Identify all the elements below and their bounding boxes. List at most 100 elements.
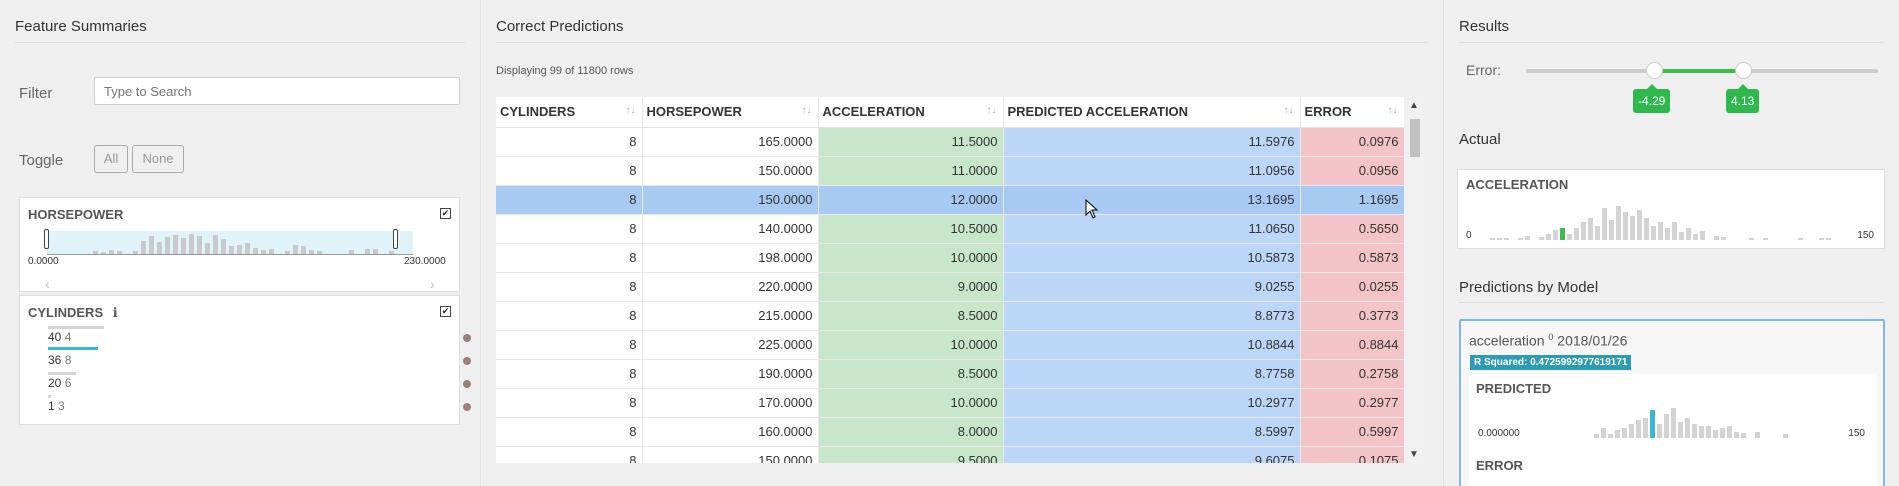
cell-acceleration: 9.0000 [818,272,1004,302]
table-row[interactable]: 8 150.0000 11.0000 11.0956 0.0956 [496,156,1404,186]
table-row[interactable]: 8 160.0000 8.0000 8.5997 0.5997 [496,417,1404,447]
cell-error: 0.0976 [1300,127,1404,157]
table-row[interactable]: 8 150.0000 9.5000 9.6075 0.1075 [496,446,1404,463]
column-header-horsepower[interactable]: HORSEPOWER ↑↓ [642,97,819,128]
divider [15,42,465,43]
horsepower-min-handle[interactable] [44,229,49,249]
horsepower-title: HORSEPOWER [28,207,124,222]
sort-icon[interactable]: ↑↓ [626,105,636,116]
table-row[interactable]: 8 165.0000 11.5000 11.5976 0.0976 [496,127,1404,157]
error-slider-range [1655,69,1744,73]
search-input[interactable] [94,77,460,105]
model-card[interactable]: acceleration 0 2018/01/26 R Squared: 0.4… [1459,319,1885,486]
rows-info: Displaying 99 of 11800 rows [496,65,634,77]
correct-predictions-title: Correct Predictions [496,18,624,35]
cylinders-value-row[interactable]: 36 8 [48,347,471,371]
horsepower-max-handle[interactable] [393,229,398,249]
table-row[interactable]: 8 170.0000 10.0000 10.2977 0.2977 [496,388,1404,418]
cylinders-value: 6 [64,376,72,390]
table-row[interactable]: 8 225.0000 10.0000 10.8844 0.8844 [496,330,1404,360]
column-header-predicted-acceleration[interactable]: PREDICTED ACCELERATION ↑↓ [1003,97,1301,128]
scrollbar-thumb[interactable] [1410,119,1420,157]
predicted-min: 0.000000 [1478,428,1520,439]
predicted-max: 150 [1848,428,1865,439]
sort-icon[interactable]: ↑↓ [1284,105,1294,116]
table-row[interactable]: 8 190.0000 8.5000 8.7758 0.2758 [496,359,1404,389]
cylinders-value-row[interactable]: 40 4 [48,326,471,348]
actual-histogram-card: ACCELERATION 0 150 [1457,169,1885,249]
cell-predicted-acceleration: 8.7758 [1003,359,1301,389]
cell-predicted-acceleration: 10.5873 [1003,243,1301,273]
cell-cylinders: 8 [496,243,643,273]
table-row[interactable]: 8 220.0000 9.0000 9.0255 0.0255 [496,272,1404,302]
results-panel: Results Error: -4.29 4.13 Actual ACCELER… [1444,0,1899,486]
sort-icon[interactable]: ↑↓ [987,105,997,116]
scroll-up-icon[interactable]: ▲ [1409,100,1419,111]
table-row[interactable]: 8 140.0000 10.5000 11.0650 0.5650 [496,214,1404,244]
model-name-text: acceleration [1469,332,1545,349]
cell-horsepower: 215.0000 [642,301,819,331]
error-min-value: -4.29 [1633,84,1671,113]
cylinders-checkbox[interactable]: ✔ [440,306,451,317]
sort-icon[interactable]: ↑↓ [1388,105,1398,116]
cylinders-value: 3 [58,399,65,413]
column-header-acceleration[interactable]: ACCELERATION ↑↓ [818,97,1004,128]
cell-horsepower: 170.0000 [642,388,819,418]
error-histogram-title: ERROR [1476,458,1523,473]
table-row[interactable]: 8 198.0000 10.0000 10.5873 0.5873 [496,243,1404,273]
cell-horsepower: 150.0000 [642,156,819,186]
info-icon[interactable]: ℹ [113,305,118,320]
cell-error: 0.3773 [1300,301,1404,331]
feature-summaries-panel: Feature Summaries Filter Toggle All None… [0,0,480,486]
sort-icon[interactable]: ↑↓ [802,105,812,116]
r-squared-badge: R Squared: 0.4725992977619171 [1470,355,1632,370]
cell-horsepower: 150.0000 [642,446,819,463]
cylinders-count: 20 [48,376,62,390]
cylinders-value-row[interactable]: 1 3 [48,395,471,417]
cell-acceleration: 11.0000 [818,156,1004,186]
table-scrollbar[interactable]: ▲ ▼ [1406,97,1423,463]
horsepower-card: HORSEPOWER ✔ 0.0000 230.0000 ‹ › [19,197,460,292]
cell-predicted-acceleration: 10.8844 [1003,330,1301,360]
value-dot [463,380,471,388]
cell-acceleration: 8.5000 [818,359,1004,389]
toggle-all-button[interactable]: All [94,145,128,173]
cell-predicted-acceleration: 9.0255 [1003,272,1301,302]
table-row[interactable]: 8 150.0000 12.0000 13.1695 1.1695 [496,185,1404,215]
cell-cylinders: 8 [496,214,643,244]
cell-acceleration: 10.5000 [818,214,1004,244]
cell-predicted-acceleration: 11.5976 [1003,127,1301,157]
divider [1459,42,1884,43]
actual-histogram-title: ACCELERATION [1466,177,1569,192]
cell-predicted-acceleration: 11.0956 [1003,156,1301,186]
cell-cylinders: 8 [496,185,643,215]
cylinders-count: 1 [48,399,55,413]
cell-acceleration: 9.5000 [818,446,1004,463]
toggle-none-button[interactable]: None [132,145,184,173]
error-slider-min-handle[interactable] [1646,62,1663,79]
error-slider-max-handle[interactable] [1735,62,1752,79]
cell-cylinders: 8 [496,330,643,360]
cylinders-value: 4 [64,330,72,344]
chevron-left-icon[interactable]: ‹ [45,276,50,292]
cylinders-value-row[interactable]: 20 6 [48,372,471,394]
column-header-cylinders[interactable]: CYLINDERS ↑↓ [496,97,643,128]
value-dot [463,357,471,365]
cell-error: 0.5650 [1300,214,1404,244]
column-header-error[interactable]: ERROR ↑↓ [1300,97,1404,128]
scroll-down-icon[interactable]: ▼ [1409,449,1419,460]
toggle-label: Toggle [19,152,64,169]
table-row[interactable]: 8 215.0000 8.5000 8.8773 0.3773 [496,301,1404,331]
cell-cylinders: 8 [496,446,643,463]
cylinders-count: 36 [48,353,62,367]
cell-cylinders: 8 [496,417,643,447]
cell-horsepower: 165.0000 [642,127,819,157]
horsepower-checkbox[interactable]: ✔ [440,208,451,219]
model-histograms: PREDICTED 0.000000 150 ERROR [1469,374,1877,486]
model-version: 0 [1548,332,1554,342]
table-header-row: CYLINDERS ↑↓ HORSEPOWER ↑↓ ACCELERATION ↑↓ … [496,97,1404,128]
cell-acceleration: 8.0000 [818,417,1004,447]
error-label: Error: [1466,62,1501,78]
cell-horsepower: 220.0000 [642,272,819,302]
chevron-right-icon[interactable]: › [430,276,435,292]
